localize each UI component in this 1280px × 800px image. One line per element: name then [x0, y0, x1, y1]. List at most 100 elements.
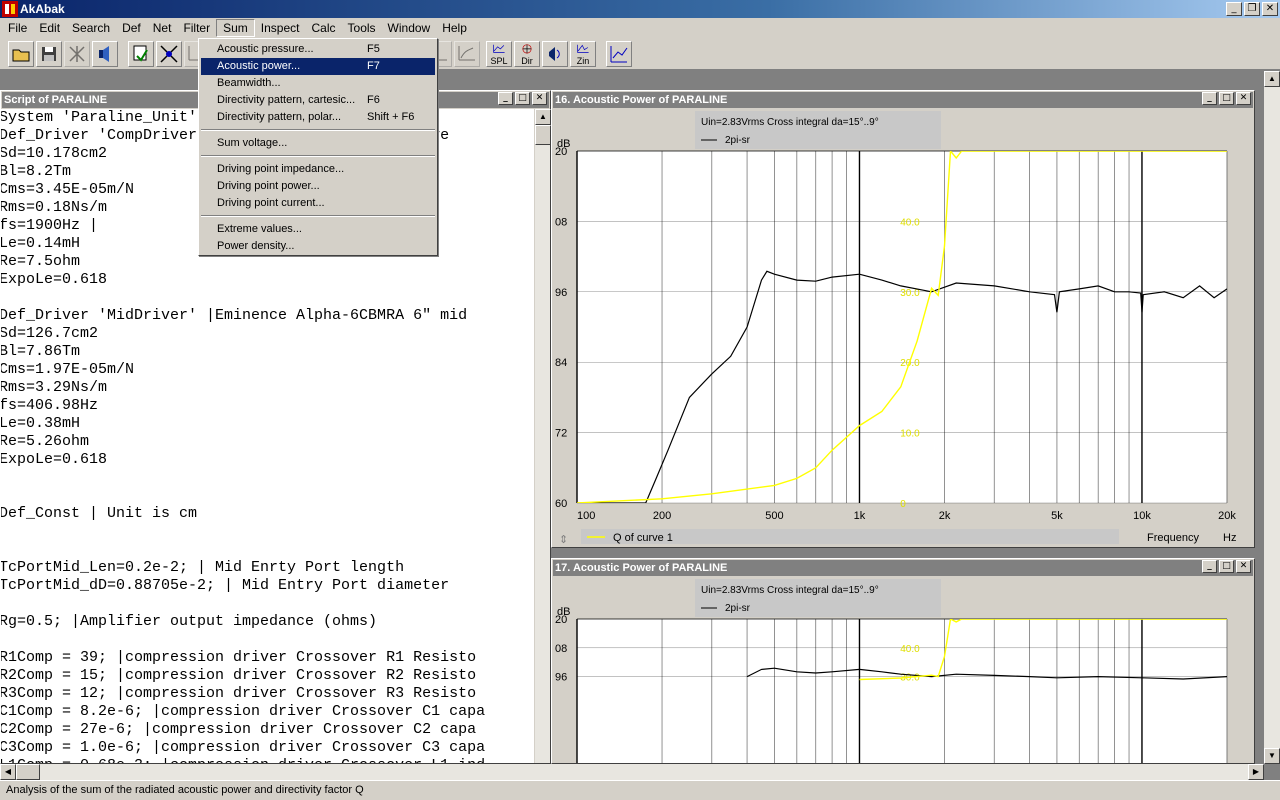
script-line[interactable]: TcPortMid_Len=0.2e-2; | Mid Enrty Port l…: [1, 559, 485, 577]
script-line[interactable]: Cms=1.97E-05m/N: [1, 361, 485, 379]
script-line[interactable]: Le=0.38mH: [1, 415, 485, 433]
menu-item-driving-point-current[interactable]: Driving point current...: [201, 195, 435, 212]
menu-filter[interactable]: Filter: [177, 19, 216, 37]
menu-item-power-density[interactable]: Power density...: [201, 238, 435, 255]
scroll-right-arrow-icon[interactable]: ▶: [1248, 764, 1264, 780]
close-icon[interactable]: ✕: [1262, 2, 1278, 16]
close-icon[interactable]: ✕: [532, 92, 547, 105]
minimize-icon[interactable]: _: [1202, 92, 1217, 105]
network-button[interactable]: [64, 41, 90, 67]
script-line[interactable]: C3Comp = 1.0e-6; |compression driver Cro…: [1, 739, 485, 757]
menu-item-beamwidth[interactable]: Beamwidth...: [201, 75, 435, 92]
menu-item-acoustic-power[interactable]: Acoustic power... F7: [201, 58, 435, 75]
plot2-title-bar[interactable]: 17. Acoustic Power of PARALINE _ □ ✕: [553, 560, 1253, 576]
script-line[interactable]: TcPortMid_dD=0.88705e-2; | Mid Entry Por…: [1, 577, 485, 595]
script-line[interactable]: ExpoLe=0.618: [1, 271, 485, 289]
plot1-area[interactable]: Uin=2.83Vrms Cross integral da=15°..9° 2p…: [553, 109, 1253, 546]
menu-file[interactable]: File: [2, 19, 33, 37]
main-vertical-scrollbar[interactable]: ▲ ▼: [1264, 71, 1280, 764]
script-line[interactable]: [1, 523, 485, 541]
menu-tools[interactable]: Tools: [342, 19, 382, 37]
menu-def[interactable]: Def: [116, 19, 147, 37]
script-line[interactable]: R1Comp = 39; |compression driver Crossov…: [1, 649, 485, 667]
acoustic-power-window-17[interactable]: 17. Acoustic Power of PARALINE _ □ ✕ Uin…: [551, 558, 1255, 764]
script-line[interactable]: Sd=126.7cm2: [1, 325, 485, 343]
plot2-area[interactable]: Uin=2.83Vrms Cross integral da=15°..9° 2p…: [553, 577, 1253, 763]
graph-options-button[interactable]: [606, 41, 632, 67]
script-line[interactable]: R2Comp = 15; |compression driver Crossov…: [1, 667, 485, 685]
scroll-left-arrow-icon[interactable]: ◀: [0, 764, 16, 780]
save-button[interactable]: [36, 41, 62, 67]
akabak-app-icon[interactable]: [2, 1, 18, 17]
menu-inspect[interactable]: Inspect: [255, 19, 306, 37]
menu-item-extreme-values[interactable]: Extreme values...: [201, 221, 435, 238]
script-line[interactable]: [1, 541, 485, 559]
script-vertical-scrollbar[interactable]: ▲: [534, 109, 551, 763]
scroll-up-arrow-icon[interactable]: ▲: [1264, 71, 1280, 87]
script-line[interactable]: Re=5.26ohm: [1, 433, 485, 451]
dir-button[interactable]: Dir: [514, 41, 540, 67]
menu-calc[interactable]: Calc: [306, 19, 342, 37]
menu-item-driving-point-impedance[interactable]: Driving point impedance...: [201, 161, 435, 178]
menu-sum[interactable]: Sum: [216, 19, 255, 37]
menu-search[interactable]: Search: [66, 19, 116, 37]
driver-button[interactable]: [92, 41, 118, 67]
spl-button[interactable]: SPL: [486, 41, 512, 67]
inspect-button[interactable]: [128, 41, 154, 67]
menu-item-directivity-pattern-cartesic[interactable]: Directivity pattern, cartesic... F6: [201, 92, 435, 109]
menu-item-driving-point-power[interactable]: Driving point power...: [201, 178, 435, 195]
menu-window[interactable]: Window: [382, 19, 437, 37]
plot2-chart[interactable]: Uin=2.83Vrms Cross integral da=15°..9° 2p…: [553, 577, 1253, 763]
maximize-icon[interactable]: □: [1219, 92, 1234, 105]
tool-button-9[interactable]: [454, 41, 480, 67]
zin-label: Zin: [576, 56, 590, 66]
script-line[interactable]: Bl=7.86Tm: [1, 343, 485, 361]
status-text: Analysis of the sum of the radiated acou…: [6, 784, 364, 796]
script-line[interactable]: R3Comp = 12; |compression driver Crossov…: [1, 685, 485, 703]
trace-button[interactable]: [156, 41, 182, 67]
script-line[interactable]: [1, 289, 485, 307]
y-tick-label: 08: [555, 216, 567, 228]
menu-item-sum-voltage[interactable]: Sum voltage...: [201, 135, 435, 152]
minimize-icon[interactable]: _: [1202, 560, 1217, 573]
maximize-icon[interactable]: □: [515, 92, 530, 105]
minimize-icon[interactable]: _: [1226, 2, 1242, 16]
script-line[interactable]: ExpoLe=0.618: [1, 451, 485, 469]
script-line[interactable]: fs=406.98Hz: [1, 397, 485, 415]
scroll-up-arrow-icon[interactable]: ▲: [535, 109, 551, 125]
horizontal-scroll-thumb[interactable]: [16, 764, 40, 780]
plot1-chart[interactable]: Uin=2.83Vrms Cross integral da=15°..9° 2p…: [553, 109, 1253, 547]
menu-help[interactable]: Help: [436, 19, 473, 37]
menu-item-acoustic-pressure[interactable]: Acoustic pressure... F5: [201, 41, 435, 58]
plot1-title-bar[interactable]: 16. Acoustic Power of PARALINE _ □ ✕: [553, 92, 1253, 108]
script-line[interactable]: [1, 595, 485, 613]
script-line[interactable]: L1Comp = 0.68e-3; |compression driver Cr…: [1, 757, 485, 763]
script-line[interactable]: Rg=0.5; |Amplifier output impedance (ohm…: [1, 613, 485, 631]
script-line[interactable]: Def_Driver 'MidDriver' |Eminence Alpha-6…: [1, 307, 485, 325]
menu-edit[interactable]: Edit: [33, 19, 66, 37]
script-line[interactable]: [1, 487, 485, 505]
acoustic-power-window-16[interactable]: 16. Acoustic Power of PARALINE _ □ ✕ Uin…: [551, 90, 1255, 548]
restore-icon[interactable]: ❐: [1244, 2, 1260, 16]
maximize-icon[interactable]: □: [1219, 560, 1234, 573]
script-line[interactable]: [1, 631, 485, 649]
main-horizontal-scrollbar[interactable]: ◀ ▶: [0, 764, 1264, 780]
script-line[interactable]: C1Comp = 8.2e-6; |compression driver Cro…: [1, 703, 485, 721]
menu-item-label: Driving point current...: [217, 197, 325, 209]
close-icon[interactable]: ✕: [1236, 92, 1251, 105]
script-line[interactable]: Rms=3.29Ns/m: [1, 379, 485, 397]
script-line[interactable]: C2Comp = 27e-6; |compression driver Cros…: [1, 721, 485, 739]
scroll-down-arrow-icon[interactable]: ▼: [1264, 748, 1280, 764]
menu-net[interactable]: Net: [147, 19, 178, 37]
scroll-thumb[interactable]: [535, 125, 551, 145]
y-tick-label: 96: [555, 287, 567, 299]
menu-item-directivity-pattern-polar[interactable]: Directivity pattern, polar... Shift + F6: [201, 109, 435, 126]
zin-button[interactable]: Zin: [570, 41, 596, 67]
script-line[interactable]: [1, 469, 485, 487]
open-folder-button[interactable]: [8, 41, 34, 67]
close-icon[interactable]: ✕: [1236, 560, 1251, 573]
script-line[interactable]: Def_Const | Unit is cm: [1, 505, 485, 523]
sum-button[interactable]: [542, 41, 568, 67]
inspect-icon: [133, 45, 148, 62]
minimize-icon[interactable]: _: [498, 92, 513, 105]
